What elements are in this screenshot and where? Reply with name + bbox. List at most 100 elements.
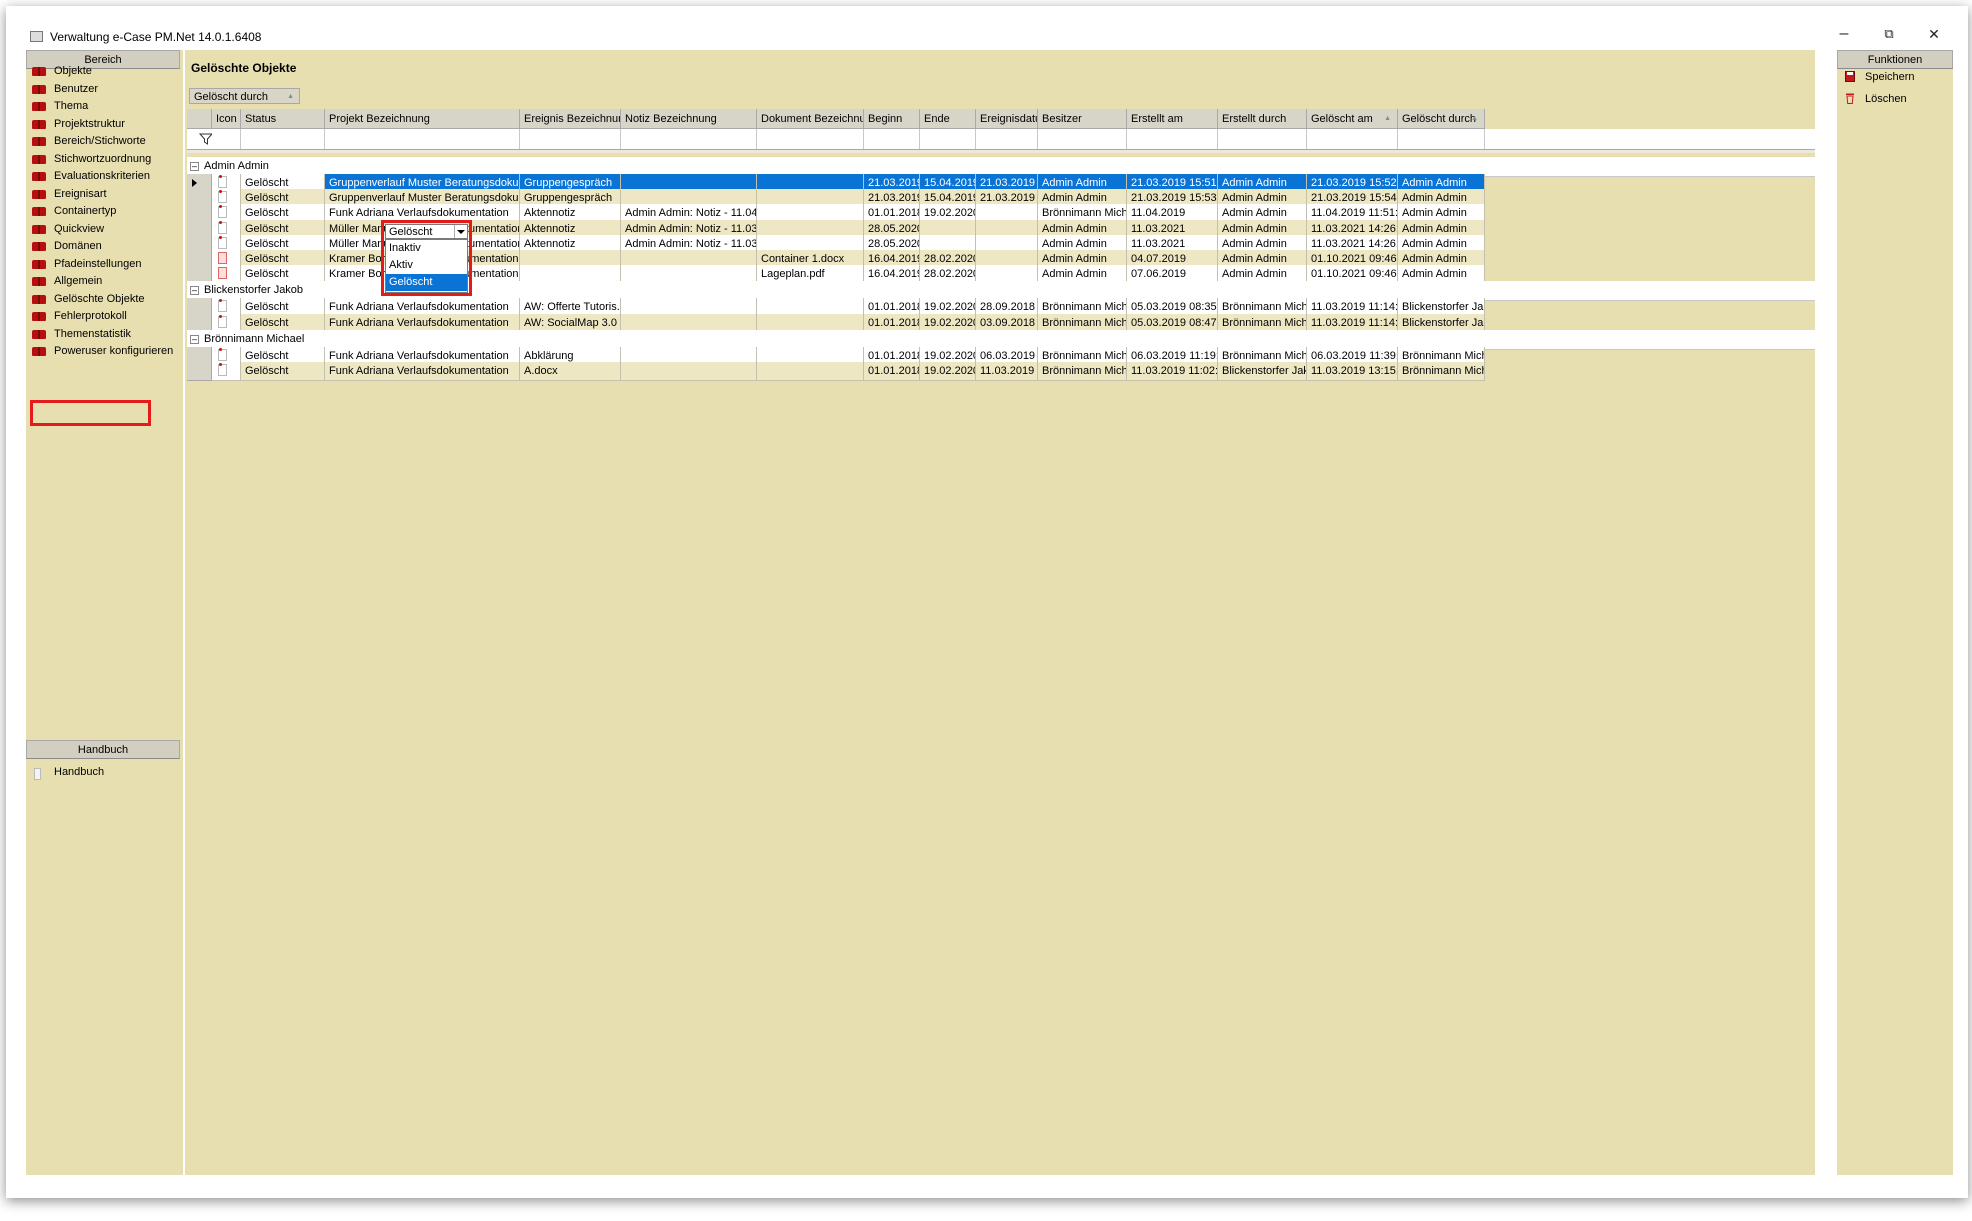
status-option-geloescht[interactable]: Gelöscht [386, 274, 467, 291]
cell-erstellt-durch: Blickenstorfer Jakob [1218, 362, 1307, 381]
filter-cell[interactable] [920, 129, 976, 149]
column-header-erstellt-am[interactable]: Erstellt am [1127, 109, 1218, 129]
group-by-chip[interactable]: Gelöscht durch ▲ [189, 88, 300, 104]
nav-item-label: Handbuch [54, 766, 105, 778]
trash-icon [1846, 93, 1854, 104]
cell-beginn: 01.01.2018 [864, 362, 920, 381]
status-combobox-value: Gelöscht [389, 226, 433, 238]
status-option-aktiv[interactable]: Aktiv [386, 257, 467, 274]
group-label: Blickenstorfer Jakob [204, 284, 304, 297]
filter-cell[interactable] [976, 129, 1038, 149]
cell-besitzer: Brönnimann Michael [1038, 362, 1127, 381]
status-combobox[interactable]: Gelöscht [385, 224, 468, 239]
column-header-ereignis-bezeichnung[interactable]: Ereignis Bezeichnung [520, 109, 621, 129]
red-marker-icon [219, 175, 222, 178]
column-header-label: Beginn [868, 113, 903, 125]
row-header[interactable] [187, 362, 212, 381]
red-marker-icon [219, 220, 222, 224]
table-row[interactable]: Gelöscht Funk Adriana Verlaufsdokumentati… [187, 362, 1815, 381]
cell-projekt: Funk Adriana Verlaufsdokumentation [325, 362, 520, 381]
column-header-beginn[interactable]: Beginn [864, 109, 920, 129]
column-header-label: Gelöscht durch [1402, 113, 1476, 125]
sort-up-icon: ▲ [287, 93, 294, 100]
book-icon [32, 154, 46, 164]
loeschen-button[interactable]: Löschen [1837, 88, 1953, 110]
column-header-label: Besitzer [1042, 113, 1082, 125]
collapse-icon[interactable]: – [190, 286, 199, 296]
column-header-label: Status [245, 113, 277, 125]
book-icon [32, 259, 46, 269]
filter-cell[interactable] [757, 129, 864, 149]
book-icon [32, 172, 46, 181]
book-icon [32, 102, 46, 111]
filter-cell[interactable] [1038, 129, 1127, 149]
red-marker-icon [219, 347, 222, 351]
filter-cell[interactable] [621, 129, 757, 149]
loeschen-label: Löschen [1865, 93, 1907, 105]
page-title: Gelöschte Objekte [191, 61, 297, 75]
filter-cell[interactable] [1307, 129, 1398, 149]
filter-cell[interactable] [1127, 129, 1218, 149]
handbuch-header: Handbuch [26, 740, 180, 759]
document-icon [218, 267, 227, 280]
column-header-erstellt-durch[interactable]: Erstellt durch [1218, 109, 1307, 129]
speichern-label: Speichern [1865, 71, 1915, 83]
filter-cell[interactable] [520, 129, 621, 149]
column-header-label: Icon [216, 113, 237, 125]
header-corner-cell [187, 109, 212, 129]
book-icon [32, 277, 46, 286]
header-separator [187, 150, 1815, 153]
book-icon [32, 189, 46, 199]
column-header-row: Icon Status Projekt Bezeichnung Ereignis Be… [187, 109, 1815, 129]
column-header-status[interactable]: Status [241, 109, 325, 129]
column-header-gel-scht-durch[interactable]: Gelöscht durch ▲ [1398, 109, 1485, 129]
filter-cell[interactable] [212, 129, 241, 149]
selected-item-highlight-frame [30, 400, 151, 426]
cell-ereignis: A.docx [520, 362, 621, 381]
nav-item-poweruser-konfigurieren[interactable]: Poweruser konfigurieren [26, 340, 183, 362]
column-header-icon[interactable]: Icon [212, 109, 241, 129]
collapse-icon[interactable]: – [190, 334, 199, 344]
close-button[interactable]: ✕ [1919, 24, 1949, 44]
group-label: Brönnimann Michael [204, 332, 305, 345]
filter-cell[interactable] [241, 129, 325, 149]
document-icon [218, 252, 227, 264]
red-marker-icon [219, 235, 222, 239]
filter-cell[interactable] [1218, 129, 1307, 149]
cell-geloescht-am: 11.03.2019 13:15:09 [1307, 362, 1398, 381]
chevron-down-icon[interactable] [454, 225, 467, 238]
column-header-besitzer[interactable]: Besitzer [1038, 109, 1127, 129]
cell-geloescht-durch: Brönnimann Michael [1398, 362, 1485, 381]
speichern-button[interactable]: Speichern [1837, 66, 1953, 88]
filter-cell[interactable] [864, 129, 920, 149]
nav-item-label: Poweruser konfigurieren [54, 345, 174, 357]
group-label: Admin Admin [204, 160, 269, 172]
status-option-inaktiv[interactable]: Inaktiv [386, 240, 467, 257]
filter-cell[interactable] [1398, 129, 1485, 149]
book-icon [32, 84, 46, 94]
column-header-label: Dokument Bezeichnung [761, 113, 863, 125]
column-header-projekt-bezeichnung[interactable]: Projekt Bezeichnung [325, 109, 520, 129]
filter-icon[interactable] [199, 132, 213, 146]
book-icon [32, 137, 46, 146]
column-header-dokument-bezeichnung[interactable]: Dokument Bezeichnung [757, 109, 864, 129]
column-header-notiz-bezeichnung[interactable]: Notiz Bezeichnung [621, 109, 757, 129]
column-header-label: Ende [924, 113, 950, 125]
book-icon [32, 242, 46, 251]
filter-cell[interactable] [325, 129, 520, 149]
filter-row [187, 129, 1815, 150]
minimize-button[interactable]: – [1829, 24, 1859, 44]
book-icon [32, 329, 46, 339]
column-header-label: Ereignis Bezeichnung [524, 113, 621, 125]
column-header-label: Erstellt am [1131, 113, 1183, 125]
column-header-ende[interactable]: Ende [920, 109, 976, 129]
cell-status[interactable]: Gelöscht [241, 362, 325, 381]
red-marker-icon [219, 314, 222, 318]
nav-item-handbuch[interactable]: Handbuch [26, 761, 183, 783]
collapse-icon[interactable]: – [190, 162, 199, 171]
column-header-gel-scht-am[interactable]: Gelöscht am ▲ [1307, 109, 1398, 129]
book-icon [32, 207, 46, 216]
column-header-ereignisdatum[interactable]: Ereignisdatum [976, 109, 1038, 129]
cell-ereignisdatum: 11.03.2019 [976, 362, 1038, 381]
restore-button[interactable]: ⧉ [1874, 24, 1904, 44]
